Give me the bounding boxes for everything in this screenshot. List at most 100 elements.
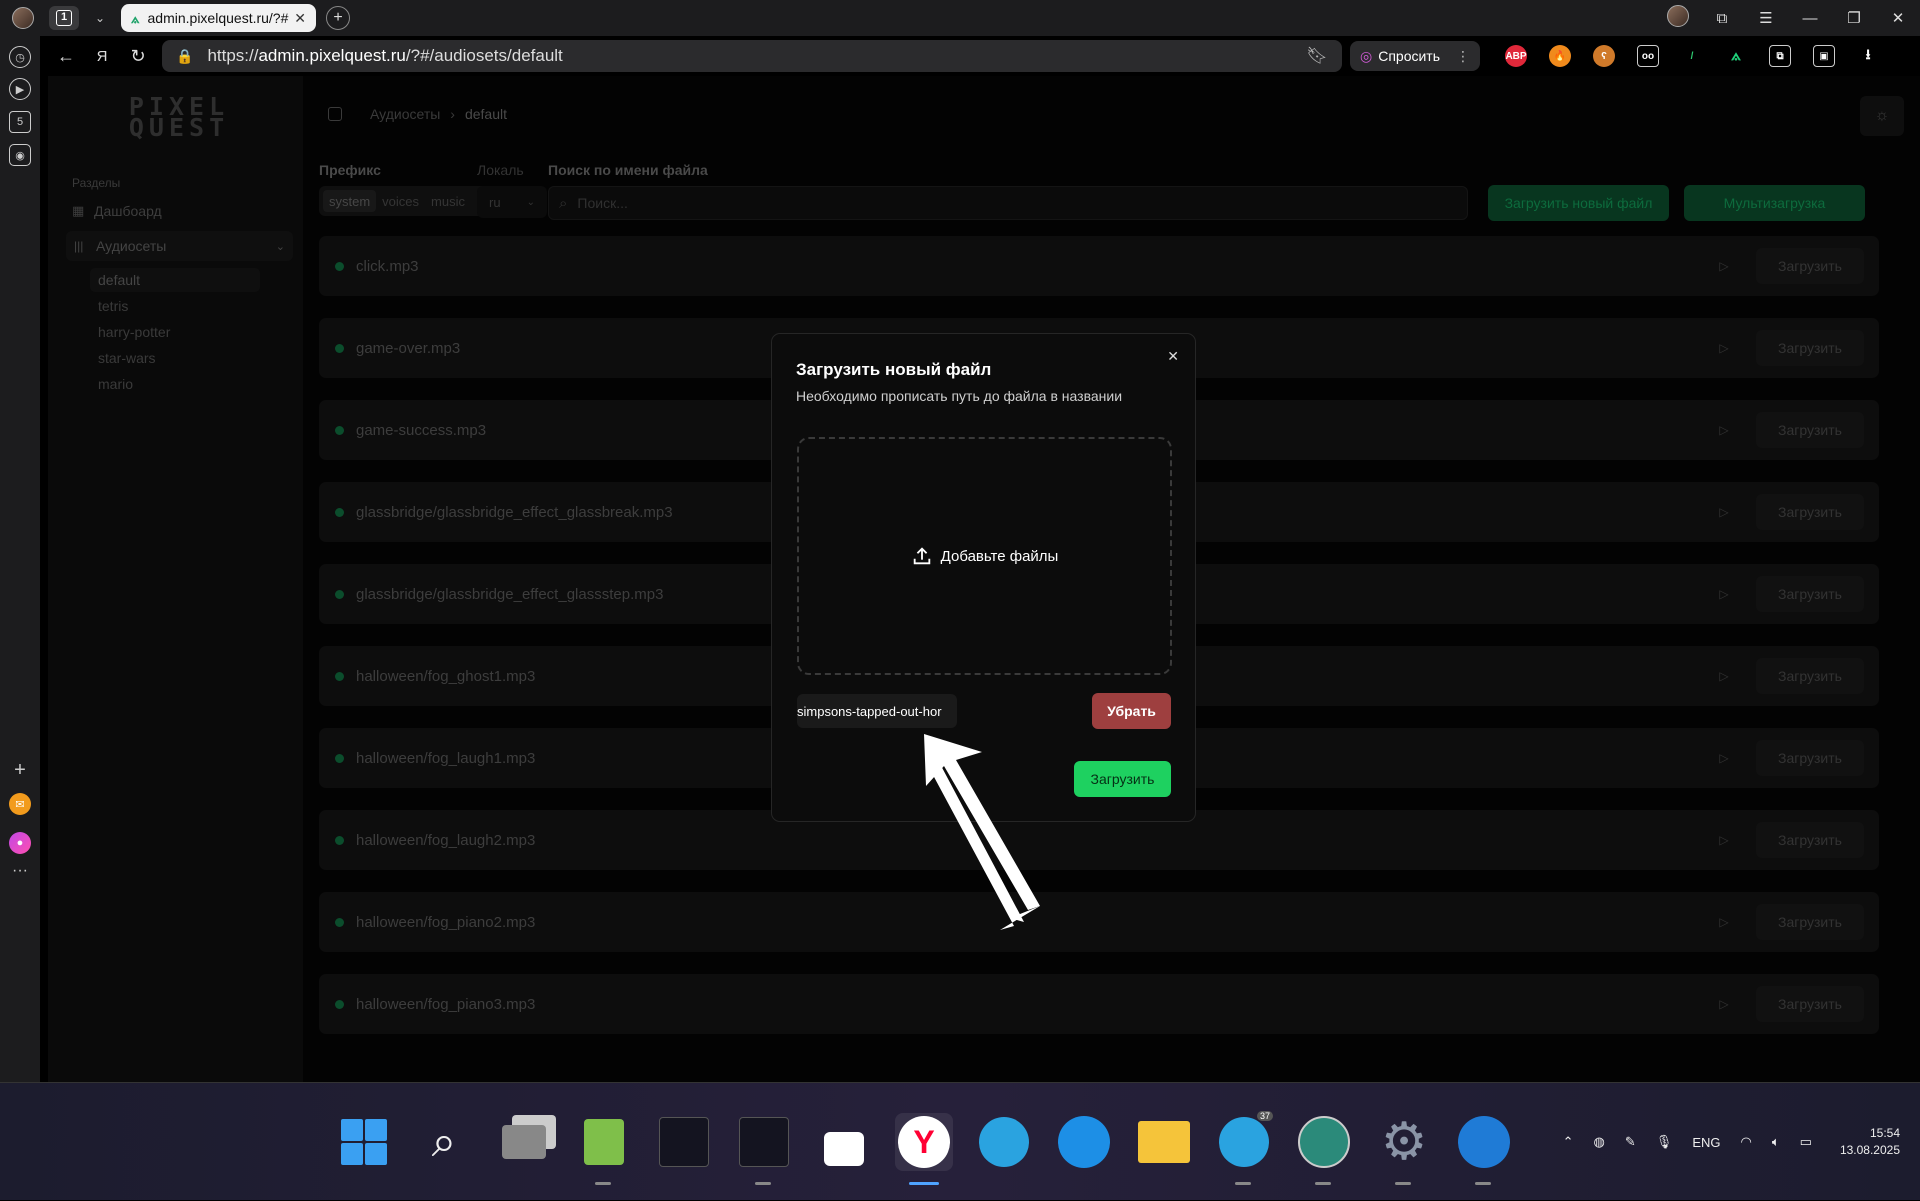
- video-icon[interactable]: ▶: [9, 78, 31, 100]
- row-upload-button[interactable]: Загрузить: [1756, 330, 1864, 366]
- back-icon[interactable]: ←: [48, 46, 84, 67]
- play-button[interactable]: ▷: [1706, 740, 1742, 776]
- app-window-1[interactable]: [655, 1113, 713, 1171]
- play-button[interactable]: ▷: [1706, 658, 1742, 694]
- sidebar-set-item[interactable]: tetris: [90, 294, 260, 318]
- tray-chevron-up-icon[interactable]: ⌃: [1563, 1134, 1574, 1150]
- submit-upload-button[interactable]: Загрузить: [1074, 761, 1171, 797]
- bookmark-icon[interactable]: 🔖︎: [1306, 46, 1328, 66]
- settings-app[interactable]: ⚙: [1375, 1113, 1433, 1185]
- microphone-icon[interactable]: 🎙︎: [1656, 1134, 1673, 1150]
- prefix-option-voices[interactable]: voices: [376, 190, 425, 212]
- close-tab-icon[interactable]: ✕: [294, 10, 306, 27]
- fire-extension-icon[interactable]: 🔥: [1538, 45, 1582, 67]
- collections-icon[interactable]: ▣: [1802, 45, 1846, 67]
- ask-button[interactable]: ◎ Спросить ⋮: [1350, 41, 1481, 71]
- row-upload-button[interactable]: Загрузить: [1756, 248, 1864, 284]
- row-upload-button[interactable]: Загрузить: [1756, 822, 1864, 858]
- row-upload-button[interactable]: Загрузить: [1756, 576, 1864, 612]
- play-button[interactable]: ▷: [1706, 330, 1742, 366]
- selected-file-name[interactable]: simpsons-tapped-out-hor: [797, 694, 957, 728]
- close-icon[interactable]: ✕: [1167, 348, 1179, 365]
- row-upload-button[interactable]: Загрузить: [1756, 658, 1864, 694]
- more-icon[interactable]: ⋮: [1456, 48, 1470, 65]
- more-panels-icon[interactable]: ···: [9, 860, 31, 882]
- search-input[interactable]: ⌕ Поиск...: [548, 186, 1468, 220]
- sidebar-set-item[interactable]: harry-potter: [90, 320, 260, 344]
- downloads-icon[interactable]: ⭳: [1846, 45, 1890, 67]
- extensions-icon[interactable]: ⧉: [1758, 45, 1802, 67]
- breadcrumb-root[interactable]: Аудиосеты: [370, 106, 440, 122]
- play-button[interactable]: ▷: [1706, 576, 1742, 612]
- alice-icon[interactable]: ●: [9, 832, 31, 854]
- active-tab[interactable]: ⟑ admin.pixelquest.ru/?# ✕: [121, 4, 316, 32]
- docker-app[interactable]: [1055, 1113, 1113, 1171]
- reload-icon[interactable]: ↻: [120, 46, 156, 67]
- thunderbird-app[interactable]: [1455, 1113, 1513, 1185]
- telegram-app-2[interactable]: 37: [1215, 1111, 1273, 1185]
- search-button[interactable]: ⌕: [415, 1113, 473, 1171]
- row-upload-button[interactable]: Загрузить: [1756, 740, 1864, 776]
- pixelquest-logo[interactable]: PIXEL QUEST: [124, 94, 234, 140]
- upload-new-file-button[interactable]: Загрузить новый файл: [1488, 185, 1669, 221]
- wifi-icon[interactable]: ◠: [1740, 1134, 1751, 1150]
- play-button[interactable]: ▷: [1706, 822, 1742, 858]
- prefix-option-music[interactable]: music: [425, 190, 471, 212]
- multi-upload-button[interactable]: Мультизагрузка: [1684, 185, 1865, 221]
- play-button[interactable]: ▷: [1706, 412, 1742, 448]
- play-button[interactable]: ▷: [1706, 248, 1742, 284]
- menu-icon[interactable]: ☰: [1744, 9, 1788, 27]
- tab-counter-button[interactable]: 1: [49, 6, 79, 30]
- minimize-icon[interactable]: —: [1788, 10, 1832, 27]
- pen-icon[interactable]: ✎: [1625, 1134, 1636, 1150]
- play-button[interactable]: ▷: [1706, 494, 1742, 530]
- file-dropzone[interactable]: Добавьте файлы: [797, 437, 1172, 675]
- task-view-button[interactable]: [495, 1113, 553, 1171]
- telegram-app[interactable]: [975, 1113, 1033, 1171]
- play-button[interactable]: ▷: [1706, 986, 1742, 1022]
- yandex-icon[interactable]: Я: [84, 48, 120, 65]
- add-panel-icon[interactable]: +: [9, 759, 31, 781]
- start-button[interactable]: [335, 1113, 393, 1171]
- file-explorer-app[interactable]: [1135, 1113, 1193, 1171]
- account-avatar[interactable]: [1656, 5, 1700, 31]
- play-button[interactable]: ▷: [1706, 904, 1742, 940]
- row-upload-button[interactable]: Загрузить: [1756, 412, 1864, 448]
- notepad-app[interactable]: [575, 1113, 633, 1185]
- locale-select[interactable]: ru ⌄: [477, 186, 547, 218]
- network-app-icon[interactable]: ◍: [1594, 1134, 1605, 1150]
- row-upload-button[interactable]: Загрузить: [1756, 904, 1864, 940]
- vpn-app[interactable]: [815, 1113, 873, 1171]
- mail-icon[interactable]: ✉: [9, 793, 31, 815]
- app-window-2[interactable]: [735, 1113, 793, 1185]
- bookmarks-icon[interactable]: ⧉: [1700, 10, 1744, 27]
- toggle-sidebar-icon[interactable]: [328, 107, 342, 121]
- screenshot-icon[interactable]: ◉: [9, 144, 31, 166]
- language-indicator[interactable]: ENG: [1692, 1135, 1720, 1150]
- sidebar-item-dashboard[interactable]: ▦ Дашбоард: [72, 198, 162, 224]
- close-window-icon[interactable]: ✕: [1876, 9, 1920, 27]
- row-upload-button[interactable]: Загрузить: [1756, 986, 1864, 1022]
- sidebar-set-item[interactable]: star-wars: [90, 346, 260, 370]
- prefix-option-system[interactable]: system: [323, 190, 377, 212]
- clock[interactable]: 15:54 13.08.2025: [1840, 1125, 1900, 1159]
- badge-five-icon[interactable]: 5: [9, 111, 31, 133]
- reader-extension-icon[interactable]: oo: [1626, 45, 1670, 67]
- messenger-app[interactable]: [1295, 1113, 1353, 1185]
- sidebar-set-item[interactable]: default: [90, 268, 260, 292]
- row-upload-button[interactable]: Загрузить: [1756, 494, 1864, 530]
- adblock-extension-icon[interactable]: ABP: [1494, 45, 1538, 67]
- tab-list-chevron-icon[interactable]: ⌄: [87, 6, 113, 30]
- profile-avatar[interactable]: [12, 7, 34, 34]
- yandex-browser-app[interactable]: Y: [895, 1113, 953, 1185]
- bear-extension-icon[interactable]: ʕ: [1582, 45, 1626, 67]
- restore-icon[interactable]: ❐: [1832, 9, 1876, 27]
- site-extension-icon[interactable]: ⟑: [1714, 45, 1758, 67]
- battery-icon[interactable]: ▭: [1800, 1134, 1812, 1150]
- new-tab-button[interactable]: +: [326, 6, 350, 30]
- theme-toggle-button[interactable]: ☼: [1860, 96, 1904, 136]
- sidebar-set-item[interactable]: mario: [90, 372, 260, 396]
- picker-extension-icon[interactable]: /: [1670, 45, 1714, 67]
- sidebar-item-audiosets[interactable]: ||| Аудиосеты ⌄: [66, 231, 293, 261]
- remove-file-button[interactable]: Убрать: [1092, 693, 1171, 729]
